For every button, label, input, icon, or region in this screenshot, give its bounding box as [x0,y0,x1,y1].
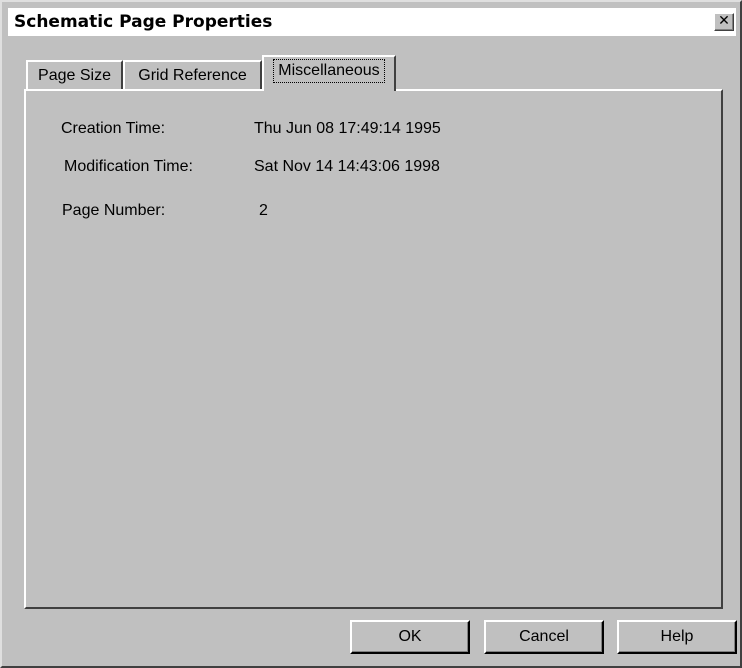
creation-time-label: Creation Time: [61,120,166,137]
tab-grid-reference[interactable]: Grid Reference [123,60,262,90]
ok-button[interactable]: OK [350,620,470,654]
tab-page-size-label: Page Size [38,67,111,84]
title-bar[interactable]: Schematic Page Properties ✕ [8,8,736,36]
modification-time-value: Sat Nov 14 14:43:06 1998 [254,158,440,175]
tab-miscellaneous-label: Miscellaneous [273,59,385,83]
page-number-label: Page Number: [62,202,166,219]
modification-time-label: Modification Time: [64,158,193,175]
help-button[interactable]: Help [617,620,737,654]
dialog-window: Schematic Page Properties ✕ Page Size Gr… [0,0,742,668]
tab-page-size[interactable]: Page Size [26,60,123,90]
creation-time-value: Thu Jun 08 17:49:14 1995 [254,120,441,137]
miscellaneous-panel: Creation Time: Thu Jun 08 17:49:14 1995 … [24,89,723,609]
tab-grid-reference-label: Grid Reference [138,67,247,84]
close-icon[interactable]: ✕ [714,13,734,31]
cancel-button[interactable]: Cancel [484,620,604,654]
tab-miscellaneous[interactable]: Miscellaneous [262,55,396,91]
window-title: Schematic Page Properties [14,12,273,32]
page-number-value: 2 [259,202,268,219]
